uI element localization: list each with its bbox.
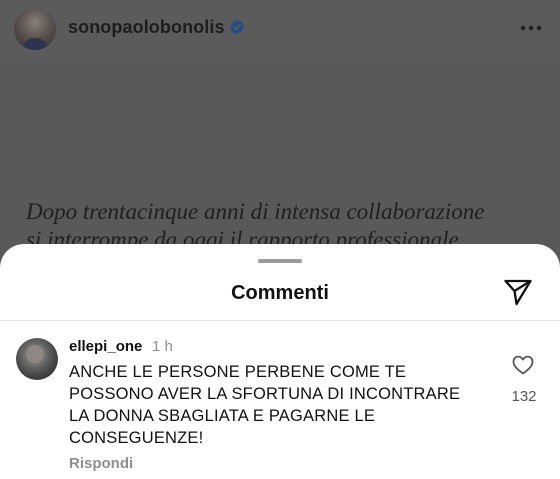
reply-button[interactable]: Rispondi: [69, 455, 133, 472]
more-options-icon[interactable]: [519, 18, 543, 38]
commenter-username[interactable]: ellepi_one: [69, 338, 142, 355]
comment-like-count: 132: [511, 388, 537, 405]
comments-title: Commenti: [231, 282, 329, 304]
comments-sheet: Commenti ellepi_one 1 h ANCHE LE PERSONE…: [0, 244, 560, 479]
send-paper-plane-icon[interactable]: [503, 278, 533, 306]
comment-text: ANCHE LE PERSONE PERBENE COME TE POSSONO…: [69, 363, 461, 447]
comment-item: ellepi_one 1 h ANCHE LE PERSONE PERBENE …: [0, 321, 560, 479]
heart-outline-icon[interactable]: [512, 355, 534, 375]
post-author-username[interactable]: sonopaolobonolis: [68, 17, 225, 38]
instagram-post-screen: sonopaolobonolis Dopo trentacinque anni …: [0, 0, 560, 479]
commenter-avatar[interactable]: [16, 338, 58, 380]
post-header: sonopaolobonolis: [0, 0, 560, 58]
comment-timestamp: 1 h: [152, 338, 173, 355]
sheet-drag-handle[interactable]: [258, 259, 302, 263]
verified-badge-icon: [230, 19, 244, 35]
post-author-avatar[interactable]: [14, 8, 56, 50]
